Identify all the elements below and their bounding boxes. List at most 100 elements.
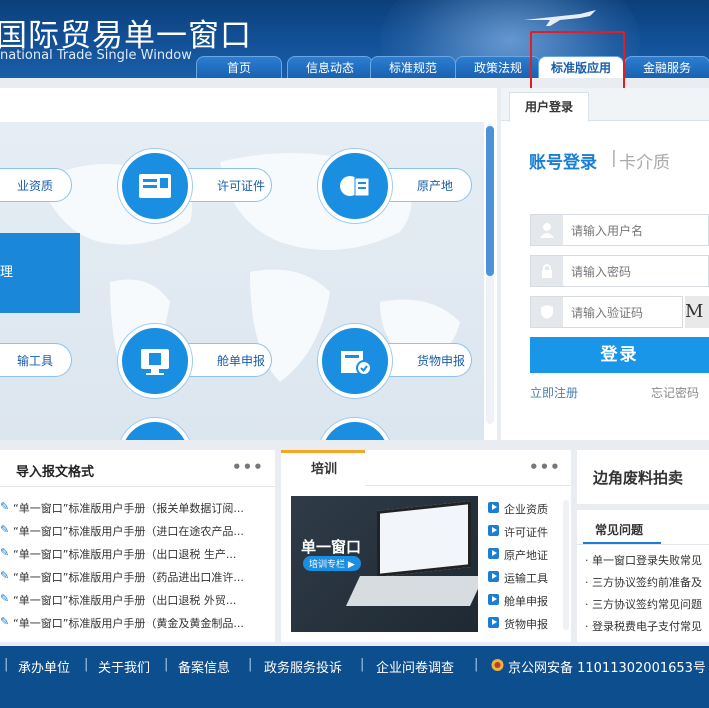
service-transport[interactable]: 输工具 <box>0 343 72 377</box>
faq-item[interactable]: · 登录税费电子支付常见 <box>585 618 702 634</box>
paperclip-icon: ✎ <box>0 523 10 536</box>
footer-link-about[interactable]: 关于我们 <box>98 657 150 676</box>
cargo-icon[interactable] <box>318 324 392 398</box>
license-icon[interactable] <box>118 149 192 223</box>
password-field[interactable] <box>530 255 709 287</box>
nav-standards[interactable]: 标准规范 <box>370 56 456 78</box>
play-icon <box>488 548 499 559</box>
paperclip-icon: ✎ <box>0 615 10 628</box>
footer-separator: | <box>164 657 169 672</box>
tab-faq[interactable]: 常见问题 <box>583 516 661 544</box>
captcha-field[interactable] <box>530 296 703 328</box>
footer-links: | 承办单位 | 关于我们 | 备案信息 | 政务服务投诉 | 企业问卷调查 |… <box>0 646 709 686</box>
shield-icon <box>531 297 563 327</box>
highlight-box <box>530 31 625 90</box>
faq-item[interactable]: · 三方协议签约前准备及 <box>585 574 702 590</box>
service-label: 舱单申报 <box>217 354 266 368</box>
play-icon <box>488 617 499 628</box>
footer-separator: | <box>474 657 479 672</box>
services-scrollbar-thumb[interactable] <box>486 126 494 276</box>
doc-item[interactable]: ✎ “单一窗口”标准版用户手册（报关单数据订阅... <box>0 498 275 518</box>
training-more-button[interactable]: ••• <box>529 458 561 476</box>
footer-link-filing[interactable]: 备案信息 <box>178 657 230 676</box>
banner-subtitle: 培训专栏 ▶ <box>303 556 361 571</box>
footer-link-organizer[interactable]: 承办单位 <box>18 657 70 676</box>
play-icon <box>488 571 499 582</box>
police-badge-icon <box>491 659 504 671</box>
training-panel: 培训 ••• 单一窗口 培训专栏 ▶ 企业资质 许可证件 原产地证 运输工具 舱… <box>281 450 571 642</box>
service-label: 货物申报 <box>417 354 466 368</box>
services-panel: 业资质 许可证件 原产地 理 输工具 舱单申报 货物申报 <box>0 88 497 440</box>
featured-block[interactable]: 理 <box>0 233 80 313</box>
origin-icon[interactable] <box>318 149 392 223</box>
paperclip-icon: ✎ <box>0 500 10 513</box>
play-icon <box>488 502 499 513</box>
footer-link-complaint[interactable]: 政务服务投诉 <box>264 657 342 676</box>
laptop-illustration <box>377 501 471 577</box>
training-banner-image[interactable]: 单一窗口 培训专栏 ▶ <box>291 496 478 632</box>
nav-news[interactable]: 信息动态 <box>287 56 373 78</box>
doc-item[interactable]: ✎ “单一窗口”标准版用户手册（出口退税 外贸... <box>0 590 275 610</box>
auction-title[interactable]: 边角废料拍卖 <box>593 467 683 488</box>
site-subtitle: national Trade Single Window <box>0 48 192 63</box>
divider <box>577 544 709 545</box>
paperclip-icon: ✎ <box>0 569 10 582</box>
username-field[interactable] <box>530 214 709 246</box>
plane-icon <box>524 10 596 26</box>
doc-title[interactable]: “单一窗口”标准版用户手册（出口退税 生产... <box>13 546 236 562</box>
password-input[interactable] <box>569 261 703 283</box>
doc-title[interactable]: “单一窗口”标准版用户手册（出口退税 外贸... <box>13 592 236 608</box>
training-link-label: 舱单申报 <box>504 595 548 608</box>
training-link-label: 许可证件 <box>504 526 548 539</box>
auction-banner[interactable]: 边角废料拍卖 <box>577 450 709 504</box>
service-label: 业资质 <box>17 179 54 193</box>
doc-title[interactable]: “单一窗口”标准版用户手册（黄金及黄金制品... <box>13 615 244 631</box>
training-link-label: 企业资质 <box>504 503 548 516</box>
doc-item[interactable]: ✎ “单一窗口”标准版用户手册（药品进出口准许... <box>0 567 275 587</box>
faq-item[interactable]: · 单一窗口登录失败常见 <box>585 552 702 568</box>
doc-item[interactable]: ✎ “单一窗口”标准版用户手册（出口退税 生产... <box>0 544 275 564</box>
docs-panel: 导入报文格式 ••• ✎ “单一窗口”标准版用户手册（报关单数据订阅... ✎ “单… <box>0 450 275 642</box>
captcha-input[interactable] <box>569 302 703 324</box>
register-link[interactable]: 立即注册 <box>530 384 578 401</box>
banner-title: 单一窗口 <box>301 538 362 556</box>
divider <box>365 485 571 486</box>
footer-separator: | <box>248 657 253 672</box>
docs-title[interactable]: 导入报文格式 <box>16 461 94 480</box>
footer-separator: | <box>84 657 89 672</box>
docs-more-button[interactable]: ••• <box>232 458 264 476</box>
faq-panel: 常见问题 · 单一窗口登录失败常见 · 三方协议签约前准备及 · 三方协议签约常… <box>577 510 709 642</box>
login-button[interactable]: 登录 <box>530 337 709 373</box>
play-icon <box>488 594 499 605</box>
tab-training[interactable]: 培训 <box>281 450 365 486</box>
footer-link-survey[interactable]: 企业问卷调查 <box>376 657 454 676</box>
footer-icp-record[interactable]: 京公网安备 11011302001653号 <box>508 657 706 676</box>
service-enterprise-qualification[interactable]: 业资质 <box>0 168 72 202</box>
account-login-mode[interactable]: 账号登录 <box>529 148 597 173</box>
captcha-image[interactable]: M <box>685 296 709 328</box>
nav-policies[interactable]: 政策法规 <box>455 56 541 78</box>
username-input[interactable] <box>569 220 703 242</box>
login-panel: 用户登录 账号登录 | 卡介质 M 登录 立即注册 忘记密码 <box>501 88 709 440</box>
tab-user-login[interactable]: 用户登录 <box>509 92 589 122</box>
training-scrollbar[interactable] <box>563 500 569 630</box>
footer-separator: | <box>4 657 9 672</box>
featured-block-label: 理 <box>0 265 14 280</box>
mode-separator: | <box>611 148 617 168</box>
doc-title[interactable]: “单一窗口”标准版用户手册（报关单数据订阅... <box>13 500 244 516</box>
doc-item[interactable]: ✎ “单一窗口”标准版用户手册（黄金及黄金制品... <box>0 613 275 633</box>
card-login-mode[interactable]: 卡介质 <box>619 148 670 173</box>
training-link-label: 原产地证 <box>504 549 548 562</box>
nav-home[interactable]: 首页 <box>196 56 282 78</box>
doc-title[interactable]: “单一窗口”标准版用户手册（进口在途农产品... <box>13 523 244 539</box>
forgot-password-link[interactable]: 忘记密码 <box>651 384 699 401</box>
doc-item[interactable]: ✎ “单一窗口”标准版用户手册（进口在途农产品... <box>0 521 275 541</box>
nav-finance[interactable]: 金融服务 <box>624 56 709 78</box>
site-footer: | 承办单位 | 关于我们 | 备案信息 | 政务服务投诉 | 企业问卷调查 |… <box>0 646 709 708</box>
doc-title[interactable]: “单一窗口”标准版用户手册（药品进出口准许... <box>13 569 244 585</box>
footer-separator: | <box>360 657 365 672</box>
service-label: 许可证件 <box>217 179 266 193</box>
user-icon <box>531 215 563 245</box>
faq-item[interactable]: · 三方协议签约常见问题 <box>585 596 702 612</box>
manifest-icon[interactable] <box>118 324 192 398</box>
